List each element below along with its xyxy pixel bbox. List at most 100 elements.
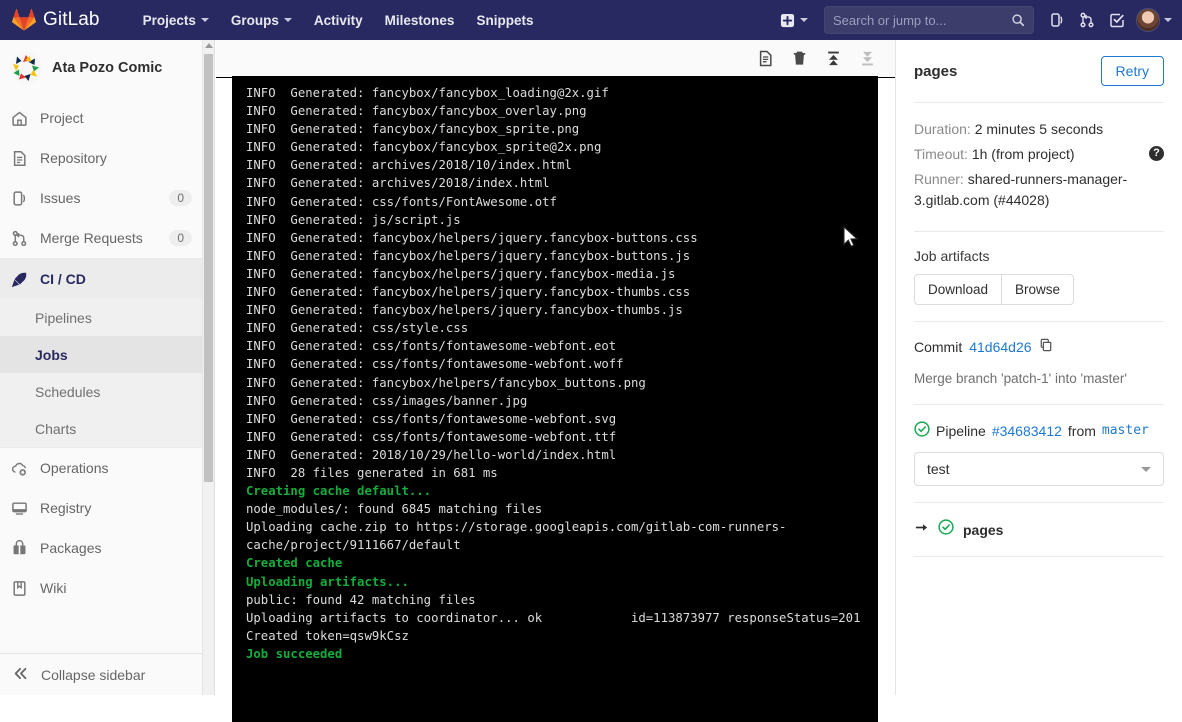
sidebar-item-wiki[interactable]: Wiki bbox=[0, 568, 202, 608]
sidebar-item-merge-requests-label: Merge Requests bbox=[40, 230, 143, 246]
chevron-down-icon bbox=[1164, 18, 1172, 22]
sidebar-subitem-charts[interactable]: Charts bbox=[0, 410, 202, 447]
job-header: pages Retry bbox=[914, 56, 1164, 86]
sidebar-subitem-schedules[interactable]: Schedules bbox=[0, 373, 202, 410]
sidebar-item-registry[interactable]: Registry bbox=[0, 488, 202, 528]
nav-projects[interactable]: Projects bbox=[132, 2, 220, 39]
commit-row: Commit 41d64d26 bbox=[914, 338, 1164, 355]
timeout-row: Timeout: 1h (from project) ? bbox=[914, 144, 1164, 165]
collapse-sidebar-button[interactable]: Collapse sidebar bbox=[0, 653, 202, 695]
sidebar-item-issues[interactable]: Issues 0 bbox=[0, 178, 202, 218]
log-line: INFO Generated: css/fonts/fontawesome-we… bbox=[246, 339, 617, 354]
nav-right-group bbox=[772, 5, 1182, 35]
log-line: INFO Generated: fancybox/fancybox_sprite… bbox=[246, 140, 602, 155]
question-mark-icon[interactable]: ? bbox=[1149, 146, 1164, 161]
log-line: INFO Generated: css/fonts/fontawesome-we… bbox=[246, 429, 617, 444]
chevron-down-icon bbox=[1141, 466, 1151, 472]
commit-message: Merge branch 'patch-1' into 'master' bbox=[914, 371, 1127, 386]
scroll-to-top-icon[interactable] bbox=[823, 49, 843, 69]
log-line: INFO Generated: css/fonts/FontAwesome.ot… bbox=[246, 194, 557, 209]
commit-sha-link[interactable]: 41d64d26 bbox=[969, 339, 1031, 355]
sidebar-scrollbar-thumb[interactable] bbox=[204, 54, 213, 482]
job-log-output[interactable]: INFO Generated: fancybox/fancybox_loadin… bbox=[232, 76, 878, 722]
log-toolbar bbox=[216, 40, 895, 78]
gitlab-tanuki-icon bbox=[12, 8, 36, 32]
status-success-icon bbox=[914, 421, 930, 440]
nav-milestones[interactable]: Milestones bbox=[374, 2, 466, 39]
log-line: node_modules/: found 6845 matching files bbox=[246, 502, 543, 517]
log-line: INFO Generated: fancybox/helpers/jquery.… bbox=[246, 248, 691, 263]
log-line: Uploading artifacts... bbox=[246, 574, 409, 589]
log-line: INFO Generated: 2018/10/29/hello-world/i… bbox=[246, 447, 617, 462]
nav-groups-label: Groups bbox=[230, 12, 279, 28]
sidebar-item-project[interactable]: Project bbox=[0, 98, 202, 138]
sidebar-item-registry-label: Registry bbox=[40, 500, 92, 516]
duration-label: Duration: bbox=[914, 121, 971, 137]
sidebar-item-cicd[interactable]: CI / CD bbox=[0, 259, 202, 299]
chevron-double-left-icon bbox=[12, 665, 29, 685]
job-artifacts-section: Job artifacts Download Browse bbox=[896, 232, 1182, 321]
pipeline-id-link[interactable]: #34683412 bbox=[992, 423, 1062, 439]
user-avatar bbox=[1136, 8, 1160, 32]
log-line: Uploading artifacts to coordinator... ok… bbox=[246, 610, 861, 625]
browse-artifacts-button[interactable]: Browse bbox=[1002, 274, 1075, 305]
search-box[interactable] bbox=[824, 6, 1034, 34]
log-line: INFO Generated: archives/2018/10/index.h… bbox=[246, 158, 572, 173]
sidebar-subitem-pipelines[interactable]: Pipelines bbox=[0, 299, 202, 336]
mouse-cursor bbox=[843, 226, 859, 248]
scroll-up-arrow-icon[interactable] bbox=[205, 43, 213, 48]
log-line: INFO Generated: js/script.js bbox=[246, 212, 461, 227]
status-success-icon bbox=[938, 519, 954, 540]
scroll-to-bottom-icon[interactable] bbox=[857, 49, 877, 69]
sidebar-scrollbar[interactable] bbox=[203, 40, 215, 695]
cloud-gear-icon bbox=[10, 459, 28, 477]
document-icon bbox=[10, 149, 28, 167]
plus-square-icon bbox=[780, 13, 795, 27]
download-artifacts-button[interactable]: Download bbox=[914, 274, 1003, 305]
raw-log-icon[interactable] bbox=[755, 49, 775, 69]
log-line: INFO Generated: css/fonts/fontawesome-we… bbox=[246, 411, 617, 426]
duration-row: Duration: 2 minutes 5 seconds bbox=[914, 119, 1164, 140]
todos-done-icon[interactable] bbox=[1102, 5, 1132, 35]
sidebar-item-repository[interactable]: Repository bbox=[0, 138, 202, 178]
issues-count-badge: 0 bbox=[169, 190, 192, 206]
chevron-down-icon bbox=[800, 18, 808, 22]
sidebar-item-repository-label: Repository bbox=[40, 150, 107, 166]
runner-row: Runner: shared-runners-manager-3.gitlab.… bbox=[914, 169, 1164, 211]
sidebar-item-packages[interactable]: Packages bbox=[0, 528, 202, 568]
gitlab-brand[interactable]: GitLab bbox=[0, 8, 110, 32]
project-header[interactable]: Ata Pozo Comic bbox=[0, 40, 202, 98]
pipeline-label: Pipeline bbox=[936, 422, 986, 439]
erase-log-icon[interactable] bbox=[789, 49, 809, 69]
commit-label: Commit bbox=[914, 338, 963, 355]
sidebar-item-operations[interactable]: Operations bbox=[0, 448, 202, 488]
log-line: INFO Generated: fancybox/helpers/jquery.… bbox=[246, 266, 676, 281]
sidebar-subitem-jobs[interactable]: Jobs bbox=[0, 336, 202, 373]
log-line: INFO Generated: fancybox/fancybox_sprite… bbox=[246, 122, 580, 137]
nav-activity[interactable]: Activity bbox=[303, 2, 374, 39]
nav-groups[interactable]: Groups bbox=[220, 2, 303, 39]
log-line: Created token=qsw9kCsz bbox=[246, 628, 409, 643]
timeout-label: Timeout: bbox=[914, 146, 968, 162]
retry-button[interactable]: Retry bbox=[1100, 56, 1164, 86]
job-header-section: pages Retry bbox=[896, 40, 1182, 102]
gitlab-wordmark: GitLab bbox=[43, 9, 100, 30]
monitor-icon bbox=[10, 499, 28, 517]
sidebar-item-merge-requests[interactable]: Merge Requests 0 bbox=[0, 218, 202, 258]
stage-select[interactable]: test bbox=[914, 452, 1164, 486]
nav-snippets[interactable]: Snippets bbox=[465, 2, 544, 39]
pipeline-ref-link[interactable]: master bbox=[1102, 423, 1149, 438]
log-line: INFO Generated: archives/2018/index.html bbox=[246, 176, 550, 191]
copy-icon[interactable] bbox=[1039, 338, 1053, 355]
book-icon bbox=[10, 579, 28, 597]
artifacts-title: Job artifacts bbox=[914, 248, 990, 264]
job-log-panel: INFO Generated: fancybox/fancybox_loadin… bbox=[216, 40, 895, 722]
user-menu[interactable] bbox=[1136, 8, 1172, 32]
merge-request-icon[interactable] bbox=[1072, 5, 1102, 35]
search-input[interactable] bbox=[833, 12, 1011, 28]
issues-icon[interactable] bbox=[1042, 5, 1072, 35]
log-line: INFO Generated: css/images/banner.jpg bbox=[246, 393, 528, 408]
new-item-button[interactable] bbox=[772, 7, 816, 34]
log-line: INFO Generated: fancybox/fancybox_loadin… bbox=[246, 86, 609, 100]
stage-job-item[interactable]: pages bbox=[896, 503, 1182, 556]
